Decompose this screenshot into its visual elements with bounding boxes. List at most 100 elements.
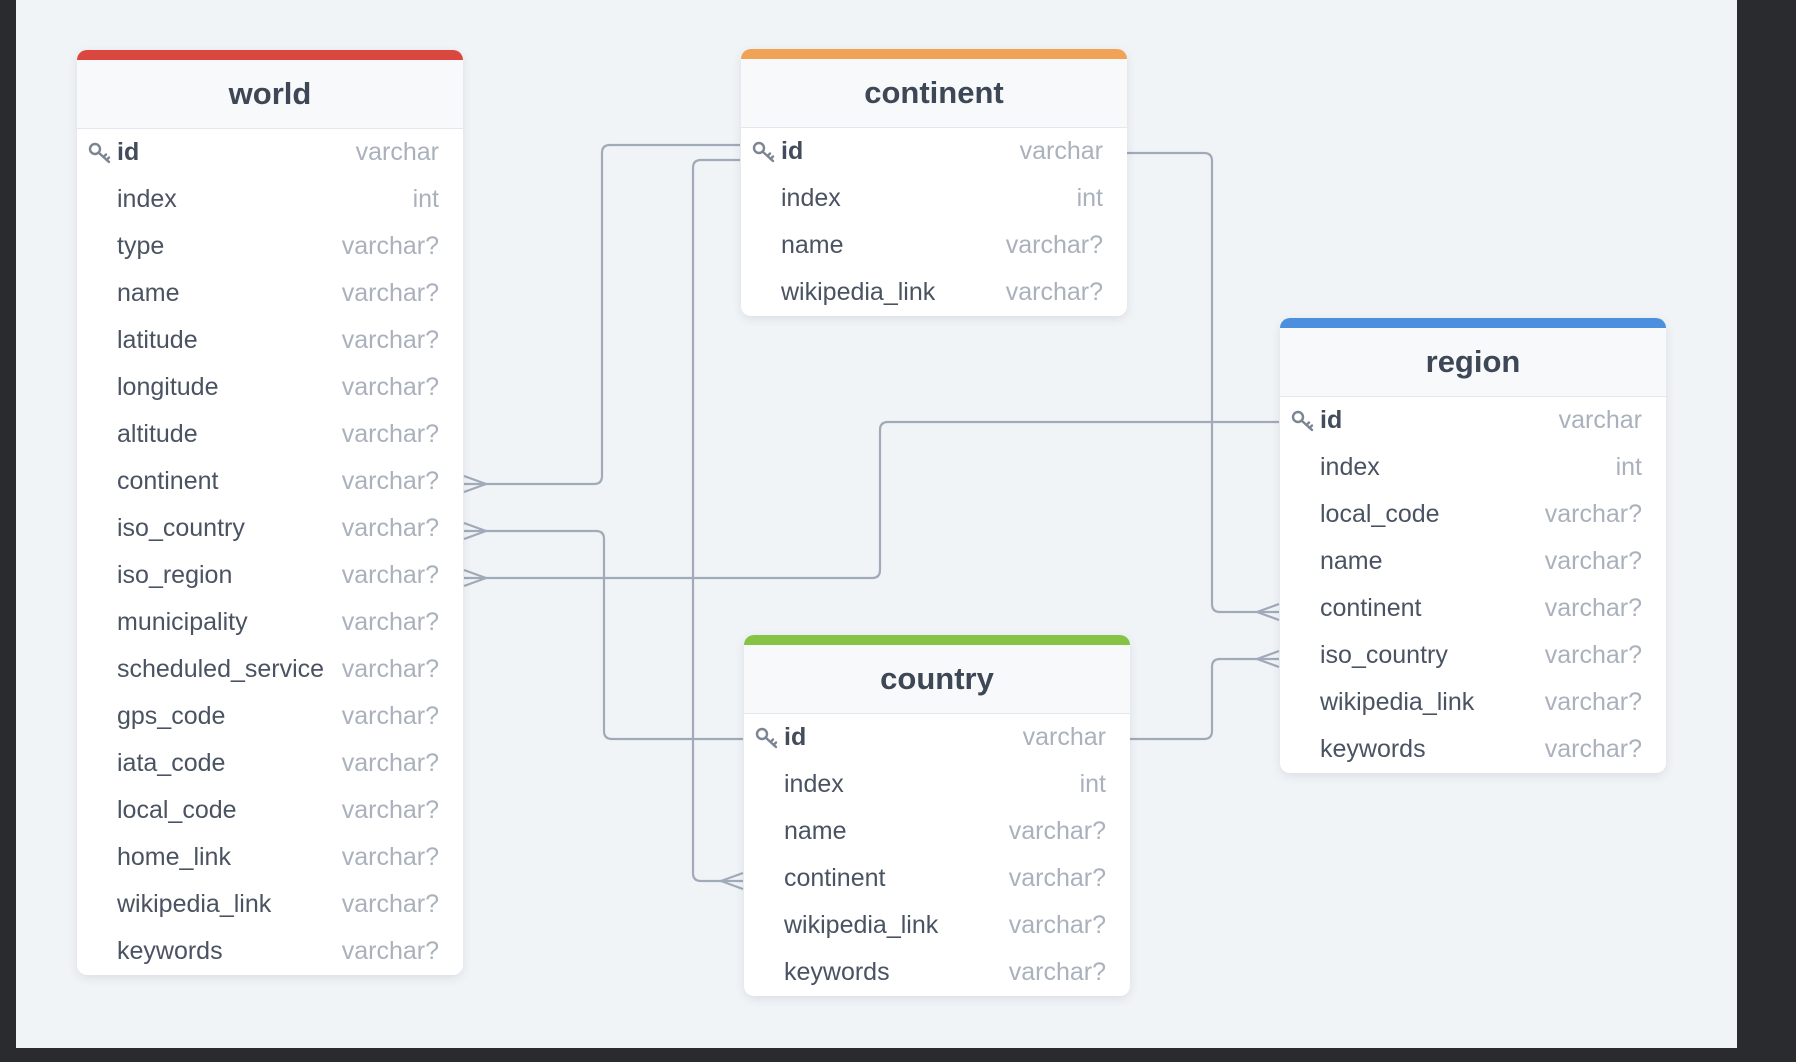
table-world[interactable]: world id varchar index int type varchar? name v… (77, 50, 463, 975)
field-type: varchar? (341, 749, 439, 777)
field-name: altitude (117, 420, 198, 448)
field-type: int (1615, 453, 1642, 481)
field-type: varchar? (341, 467, 439, 495)
field-row-id[interactable]: id varchar (744, 714, 1130, 761)
field-name: continent (1320, 594, 1422, 622)
field-row-keywords[interactable]: keywords varchar? (744, 949, 1130, 996)
field-row-wikipedia-link[interactable]: wikipedia_link varchar? (77, 881, 463, 928)
field-name: index (117, 185, 177, 213)
field-name: municipality (117, 608, 248, 636)
field-row-latitude[interactable]: latitude varchar? (77, 317, 463, 364)
field-row-index[interactable]: index int (1280, 444, 1666, 491)
field-type: varchar? (1008, 911, 1106, 939)
field-row-municipality[interactable]: municipality varchar? (77, 599, 463, 646)
field-row-wikipedia-link[interactable]: wikipedia_link varchar? (1280, 679, 1666, 726)
field-row-iso-country[interactable]: iso_country varchar? (77, 505, 463, 552)
diagram-canvas[interactable]: world id varchar index int type varchar? name v… (16, 0, 1737, 1048)
field-row-id[interactable]: id varchar (741, 128, 1127, 175)
field-type: varchar? (1544, 547, 1642, 575)
field-row-wikipedia-link[interactable]: wikipedia_link varchar? (741, 269, 1127, 316)
field-type: varchar? (1008, 817, 1106, 845)
field-type: int (1076, 184, 1103, 212)
field-type: varchar? (1544, 500, 1642, 528)
field-type: varchar? (341, 796, 439, 824)
field-type: varchar? (1544, 594, 1642, 622)
field-type: varchar? (341, 655, 439, 683)
field-type: varchar? (341, 279, 439, 307)
table-title: region (1280, 328, 1666, 397)
link-world-iso-region (464, 420, 1279, 580)
field-type: varchar? (341, 843, 439, 871)
table-continent[interactable]: continent id varchar index int name varchar? w… (741, 49, 1127, 316)
field-row-wikipedia-link[interactable]: wikipedia_link varchar? (744, 902, 1130, 949)
field-name: index (1320, 453, 1380, 481)
window-frame (1737, 0, 1796, 1062)
field-row-name[interactable]: name varchar? (77, 270, 463, 317)
field-name: iata_code (117, 749, 226, 777)
field-name: wikipedia_link (1320, 688, 1475, 716)
link-region-iso-country (1129, 657, 1279, 741)
field-name: continent (117, 467, 219, 495)
primary-key-icon (1291, 410, 1315, 432)
field-type: varchar? (341, 232, 439, 260)
table-title: world (77, 60, 463, 129)
field-row-keywords[interactable]: keywords varchar? (77, 928, 463, 975)
field-name: id (1320, 406, 1343, 434)
field-row-name[interactable]: name varchar? (744, 808, 1130, 855)
field-name: longitude (117, 373, 219, 401)
field-type: varchar? (341, 326, 439, 354)
field-row-continent[interactable]: continent varchar? (744, 855, 1130, 902)
field-row-longitude[interactable]: longitude varchar? (77, 364, 463, 411)
field-type: varchar? (341, 420, 439, 448)
field-name: id (784, 723, 807, 751)
field-row-home-link[interactable]: home_link varchar? (77, 834, 463, 881)
field-name: latitude (117, 326, 198, 354)
field-type: varchar? (341, 702, 439, 730)
field-row-continent[interactable]: continent varchar? (1280, 585, 1666, 632)
field-row-id[interactable]: id varchar (1280, 397, 1666, 444)
field-name: iso_country (117, 514, 245, 542)
field-name: id (117, 138, 140, 166)
field-type: varchar? (1005, 278, 1103, 306)
primary-key-icon (752, 141, 776, 163)
field-row-continent[interactable]: continent varchar? (77, 458, 463, 505)
field-row-iso-region[interactable]: iso_region varchar? (77, 552, 463, 599)
field-row-index[interactable]: index int (77, 176, 463, 223)
field-type: varchar? (341, 608, 439, 636)
field-row-local-code[interactable]: local_code varchar? (77, 787, 463, 834)
field-row-type[interactable]: type varchar? (77, 223, 463, 270)
field-row-altitude[interactable]: altitude varchar? (77, 411, 463, 458)
field-type: varchar (1022, 723, 1106, 751)
field-row-id[interactable]: id varchar (77, 129, 463, 176)
field-name: gps_code (117, 702, 226, 730)
field-row-index[interactable]: index int (741, 175, 1127, 222)
field-name: index (781, 184, 841, 212)
table-color-bar (741, 49, 1127, 59)
field-row-gps-code[interactable]: gps_code varchar? (77, 693, 463, 740)
field-name: iso_region (117, 561, 233, 589)
field-type: varchar? (1544, 688, 1642, 716)
field-type: varchar? (341, 373, 439, 401)
field-name: local_code (117, 796, 237, 824)
table-color-bar (1280, 318, 1666, 328)
link-country-continent (691, 158, 743, 883)
table-region[interactable]: region id varchar index int local_code varcha… (1280, 318, 1666, 773)
field-row-name[interactable]: name varchar? (1280, 538, 1666, 585)
field-type: varchar? (341, 514, 439, 542)
field-name: name (117, 279, 180, 307)
field-name: home_link (117, 843, 231, 871)
field-row-index[interactable]: index int (744, 761, 1130, 808)
field-row-scheduled-service[interactable]: scheduled_service varchar? (77, 646, 463, 693)
field-row-keywords[interactable]: keywords varchar? (1280, 726, 1666, 773)
field-row-iata-code[interactable]: iata_code varchar? (77, 740, 463, 787)
field-type: varchar? (341, 561, 439, 589)
field-type: varchar (355, 138, 439, 166)
field-name: name (1320, 547, 1383, 575)
field-type: varchar? (1008, 958, 1106, 986)
field-name: type (117, 232, 165, 260)
field-row-iso-country[interactable]: iso_country varchar? (1280, 632, 1666, 679)
field-row-name[interactable]: name varchar? (741, 222, 1127, 269)
field-type: varchar? (1544, 641, 1642, 669)
table-country[interactable]: country id varchar index int name varchar? con… (744, 635, 1130, 996)
field-row-local-code[interactable]: local_code varchar? (1280, 491, 1666, 538)
